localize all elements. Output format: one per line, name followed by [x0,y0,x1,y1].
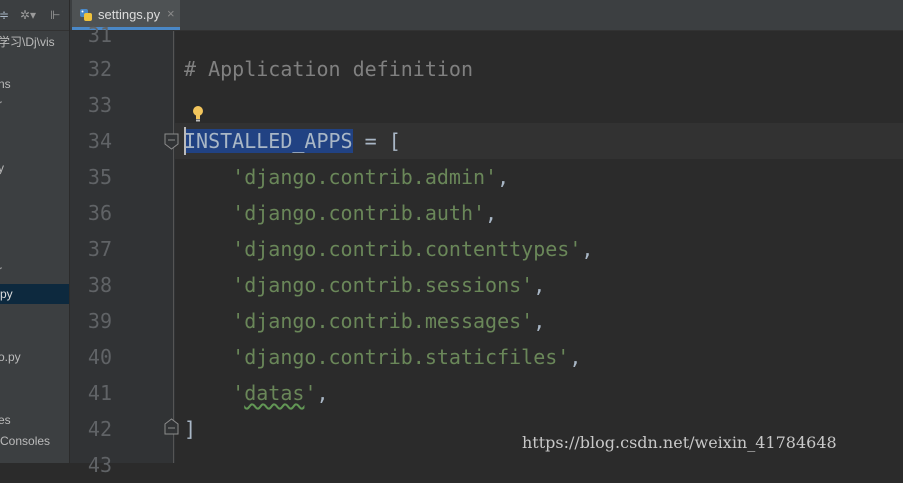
string-literal: 'django.contrib.contenttypes' [232,237,582,261]
line-number: 43 [87,453,112,477]
selected-variable[interactable]: INSTALLED_APPS [184,129,353,153]
code-line-39[interactable]: 'django.contrib.messages', [184,303,545,339]
line-number: 40 [87,345,112,369]
string-literal: 'django.contrib.auth' [232,201,486,225]
gear-icon[interactable]: ✲▾ [20,8,36,22]
string-literal: 'django.contrib.staticfiles' [232,345,570,369]
code-line-38[interactable]: 'django.contrib.sessions', [184,267,545,303]
comma: , [497,165,510,189]
code-line-32[interactable]: # Application definition [184,51,473,87]
line-number: 38 [87,273,112,297]
string-literal: 'django.contrib.admin' [232,165,498,189]
line-number: 37 [87,237,112,261]
line-number: 34 [87,129,112,153]
collapse-icon[interactable]: ≑ [0,8,9,22]
quote: ' [232,381,245,405]
comma: , [533,273,546,297]
string-literal: 'django.contrib.sessions' [232,273,534,297]
quote: ' [304,381,317,405]
code-line-40[interactable]: 'django.contrib.staticfiles', [184,339,581,375]
tree-path-fragment[interactable]: 学习\Dj\vis [0,32,69,52]
line-number: 33 [87,93,112,117]
code-line-37[interactable]: 'django.contrib.contenttypes', [184,231,593,267]
tree-item[interactable]: o.py [0,347,69,367]
line-number: 42 [87,417,112,441]
line-number: 35 [87,165,112,189]
project-toolbar: ≑ ✲▾ ⊩ [0,0,69,31]
code-line-42[interactable]: ] [184,411,196,447]
string-literal: 'django.contrib.messages' [232,309,534,333]
code-line-34[interactable]: INSTALLED_APPS = [ [184,123,401,159]
comma: , [569,345,582,369]
hide-panel-icon[interactable]: ⊩ [50,8,60,22]
tree-item-selected[interactable]: py [0,284,69,304]
tree-item[interactable]: r [0,94,69,114]
comma: , [533,309,546,333]
line-number: 36 [87,201,112,225]
comma: , [485,201,498,225]
tree-item-consoles[interactable]: Consoles [0,431,69,451]
text-caret [184,127,186,155]
comma: , [316,381,329,405]
line-number: 41 [87,381,112,405]
project-panel: ≑ ✲▾ ⊩ 学习\Dj\vis ns r y r py o.py es Con… [0,0,70,463]
watermark-url: https://blog.csdn.net/weixin_41784648 [522,433,837,452]
tree-item[interactable]: es [0,410,69,430]
gutter-divider [173,31,174,463]
fold-open-icon[interactable] [164,133,179,150]
editor-tab-bar: settings.py × [70,0,903,31]
typo-warning-word: datas [244,381,305,405]
line-number: 31 [87,23,112,47]
fold-close-icon[interactable] [164,418,179,435]
tree-item[interactable]: y [0,158,69,178]
comma: , [581,237,594,261]
lightbulb-icon[interactable] [191,105,205,123]
code-line-41[interactable]: 'datas', [184,375,329,411]
tree-item[interactable]: r [0,260,69,280]
code-assign: = [ [352,129,401,153]
line-number: 32 [87,57,112,81]
tree-item[interactable]: ns [0,74,69,94]
code-line-36[interactable]: 'django.contrib.auth', [184,195,497,231]
close-tab-icon[interactable]: × [167,6,175,21]
line-number: 39 [87,309,112,333]
code-line-35[interactable]: 'django.contrib.admin', [184,159,509,195]
